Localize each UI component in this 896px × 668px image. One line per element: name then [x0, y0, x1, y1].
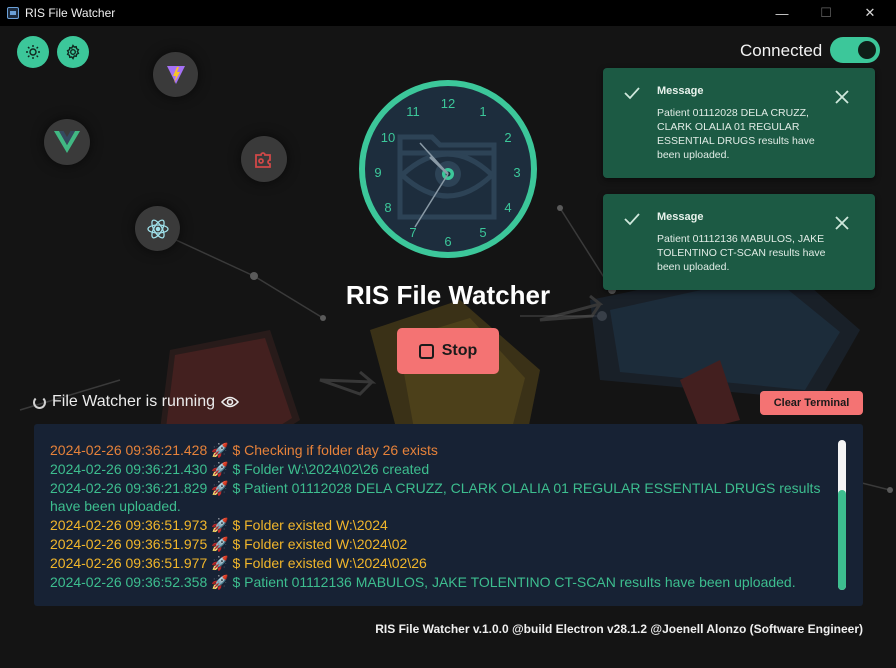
clock-number: 1: [479, 104, 486, 119]
terminal-output[interactable]: 2024-02-26 09:36:21.428 🚀 $ Checking if …: [34, 424, 863, 606]
terminal-line: 2024-02-26 09:36:51.977 🚀 $ Folder exist…: [50, 554, 427, 571]
check-icon: [624, 213, 640, 226]
terminal-line: 2024-02-26 09:36:21.430 🚀 $ Folder W:\20…: [50, 460, 430, 477]
toggle-knob: [858, 41, 876, 59]
check-icon: [624, 87, 640, 100]
theme-toggle-button[interactable]: [17, 36, 49, 68]
terminal-line: 2024-02-26 09:36:52.358 🚀 $ Patient 0111…: [50, 573, 796, 590]
electron-logo-icon: [135, 206, 180, 251]
clock-number: 9: [374, 165, 381, 180]
clock-number: 10: [381, 130, 395, 145]
gear-icon: [66, 44, 80, 60]
stop-label: Stop: [441, 342, 478, 359]
status-text: File Watcher is running: [52, 393, 216, 410]
clock-number: 7: [409, 225, 416, 240]
close-icon[interactable]: [835, 216, 849, 230]
minimize-button[interactable]: —: [760, 0, 804, 26]
puzzle-logo-icon: [241, 136, 287, 182]
toast-notification: Message Patient 01112028 DELA CRUZZ, CLA…: [603, 68, 875, 178]
settings-button[interactable]: [57, 36, 89, 68]
terminal-line: 2024-02-26 09:36:21.829 🚀 $ Patient 0111…: [50, 479, 821, 515]
footer-build-info: RIS File Watcher v.1.0.0 @build Electron…: [375, 622, 863, 636]
terminal-line: 2024-02-26 09:36:51.975 🚀 $ Folder exist…: [50, 535, 408, 552]
maximize-button[interactable]: ☐: [804, 0, 848, 26]
close-icon[interactable]: [835, 90, 849, 104]
clear-terminal-button[interactable]: Clear Terminal: [760, 391, 863, 415]
clock-number: 6: [444, 234, 451, 249]
toast-message: Patient 01112136 MABULOS, JAKE TOLENTINO…: [657, 233, 826, 273]
clock-number: 11: [406, 104, 420, 119]
toast-notification: Message Patient 01112136 MABULOS, JAKE T…: [603, 194, 875, 290]
title-bar: RIS File Watcher — ☐ ✕: [0, 0, 896, 26]
clock-number: 5: [479, 225, 486, 240]
terminal-line: 2024-02-26 09:36:21.428 🚀 $ Checking if …: [50, 442, 438, 458]
close-window-button[interactable]: ✕: [848, 0, 892, 26]
terminal-line: 2024-02-26 09:36:51.973 🚀 $ Folder exist…: [50, 517, 388, 534]
toast-title: Message: [657, 211, 704, 223]
connection-status-label: Connected: [740, 41, 823, 60]
clock-number: 3: [513, 165, 520, 180]
vue-logo-icon: [44, 119, 90, 165]
connection-toggle[interactable]: [830, 37, 880, 63]
terminal-scrollbar-thumb[interactable]: [838, 490, 846, 590]
clock-logo: 12 1 2 3 4 5 6 7 8 9 10 11: [358, 79, 538, 259]
clock-number: 4: [504, 200, 511, 215]
stop-button[interactable]: Stop: [397, 328, 499, 374]
clock-number: 12: [441, 96, 455, 111]
clock-number: 8: [384, 200, 391, 215]
watcher-status: File Watcher is running: [33, 393, 240, 411]
stop-icon: [418, 343, 434, 359]
app-icon: [7, 7, 19, 19]
toast-message: Patient 01112028 DELA CRUZZ, CLARK OLALI…: [657, 107, 815, 161]
loading-spinner-icon: [33, 395, 46, 409]
sun-icon: [26, 45, 40, 59]
app-title: RIS File Watcher: [345, 280, 551, 310]
vite-logo-icon: [153, 52, 198, 97]
toast-title: Message: [657, 85, 704, 97]
window-title: RIS File Watcher: [25, 6, 116, 20]
eye-icon[interactable]: [221, 395, 240, 409]
clock-number: 2: [504, 130, 511, 145]
